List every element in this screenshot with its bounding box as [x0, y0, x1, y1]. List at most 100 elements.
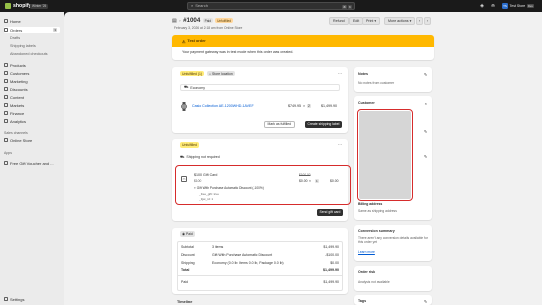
- send-gift-card-button[interactable]: Send gift card: [317, 209, 343, 216]
- sidebar-item-online-store[interactable]: Online Store: [4, 137, 60, 143]
- location-icon: ⌂: [208, 71, 212, 76]
- edit-shipping-address-icon[interactable]: ✎: [424, 154, 427, 159]
- sidebar-item-analytics[interactable]: Analytics: [4, 118, 60, 124]
- store-menu[interactable]: TS Test Store Dev: [502, 2, 535, 9]
- billing-address-body: Same as shipping address: [358, 209, 397, 213]
- order-risk-body: Analysis not available: [358, 280, 390, 284]
- store-name: Test Store: [509, 3, 526, 8]
- more-options-icon[interactable]: ⋯: [338, 71, 342, 76]
- timeline-title: Timeline: [177, 300, 193, 304]
- more-options-icon[interactable]: ⋯: [338, 142, 342, 147]
- conversion-summary-card: Conversion summary There aren't any conv…: [354, 225, 432, 261]
- orders-count-badge: 3: [53, 28, 57, 32]
- paid-check-icon: ◉: [182, 232, 185, 236]
- close-icon[interactable]: ×: [425, 101, 427, 106]
- analytics-icon: [4, 119, 8, 123]
- chevron-down-icon: ▾: [408, 19, 412, 23]
- truck-icon: ⛟: [184, 85, 189, 89]
- customer-title: Customer: [358, 101, 375, 105]
- sidebar-item-settings[interactable]: Settings: [4, 296, 60, 302]
- order-header: ▤ › #1004 Paid Unfulfilled: [172, 17, 233, 24]
- sidebar-item-products[interactable]: Products: [4, 62, 60, 68]
- sidebar-item-discounts[interactable]: Discounts: [4, 86, 60, 92]
- edit-tags-icon[interactable]: ✎: [424, 299, 427, 304]
- sidebar-item-customers[interactable]: Customers: [4, 70, 60, 76]
- sidebar-item-abandoned-checkouts[interactable]: Abandoned checkouts: [4, 51, 60, 57]
- payment-divider: [178, 275, 343, 276]
- orders-back-icon[interactable]: ▤: [172, 18, 177, 24]
- highlight-outline-gift-item: [175, 165, 351, 205]
- sidebar-item-finance[interactable]: Finance: [4, 110, 60, 116]
- print-button[interactable]: Print ▾: [362, 17, 381, 25]
- markets-icon: [4, 103, 8, 107]
- search-input[interactable]: ⌕ Search ⌘ K: [187, 2, 355, 10]
- sidebar-item-label: Finance: [10, 110, 25, 116]
- payment-row-amount: $0.00: [330, 261, 339, 265]
- learn-more-link[interactable]: Learn more: [358, 250, 375, 254]
- shipping-note: ⛟ Shipping not required: [180, 155, 220, 160]
- next-order-button[interactable]: ›: [424, 17, 431, 25]
- sidebar-item-label: Customers: [10, 70, 30, 76]
- quantity-badge: 2: [307, 103, 311, 108]
- orders-icon: [4, 28, 8, 32]
- edit-notes-icon[interactable]: ✎: [424, 72, 427, 77]
- warning-icon: ⚠: [182, 39, 186, 44]
- store-avatar: TS: [502, 2, 508, 9]
- marketing-icon: [4, 79, 8, 83]
- truck-icon: ⛟: [180, 155, 185, 159]
- sidekick-icon[interactable]: ◈: [479, 3, 485, 9]
- sidebar-item-markets[interactable]: Markets: [4, 102, 60, 108]
- sidebar-item-label: Home: [10, 18, 21, 24]
- test-order-banner-title: ⚠ Test order: [172, 35, 434, 47]
- banner-title-text: Test order: [187, 39, 206, 43]
- sidebar-item-label: Marketing: [10, 78, 28, 84]
- sidebar-item-home[interactable]: Home: [4, 18, 60, 24]
- sidebar-item-gift-app[interactable]: Free Gift Voucher and ...: [4, 160, 60, 166]
- sidebar-item-label: Drafts: [10, 36, 21, 40]
- order-risk-card: Order risk Analysis not available: [354, 266, 432, 291]
- shopify-logo[interactable]: shopify: [5, 3, 31, 9]
- app-icon: [4, 161, 8, 165]
- sidebar-item-label: Markets: [10, 102, 25, 108]
- apps-header[interactable]: Apps: [4, 151, 12, 155]
- content-icon: [4, 95, 8, 99]
- sidebar-item-content[interactable]: Content: [4, 94, 60, 100]
- sidebar-item-label: Content: [10, 94, 25, 100]
- sidebar-item-marketing[interactable]: Marketing: [4, 78, 60, 84]
- more-actions-button[interactable]: More actions ▾: [384, 17, 416, 25]
- chevron-right-icon: ›: [426, 19, 429, 23]
- mark-as-fulfilled-button[interactable]: Mark as fulfilled: [264, 121, 295, 128]
- unfulfilled-status-badge: Unfulfilled: [180, 142, 199, 148]
- payment-total-label: Total: [181, 268, 190, 272]
- watch-thumbnail[interactable]: [180, 102, 187, 111]
- previous-order-button[interactable]: ‹: [416, 17, 423, 25]
- gear-icon: [4, 297, 8, 301]
- payment-row-label: Discount: [181, 253, 195, 257]
- sidebar-item-drafts[interactable]: Drafts: [4, 35, 60, 41]
- payment-row-label: Shipping: [181, 261, 195, 265]
- payment-status-badge: Paid: [202, 18, 213, 23]
- order-date: February 3, 2026 at 2:18 am from Online …: [174, 26, 243, 30]
- sidebar-item-label: Abandoned checkouts: [10, 52, 48, 56]
- sidebar-item-label: Shipping labels: [10, 44, 36, 48]
- store-tag: Dev: [526, 3, 535, 8]
- payment-summary-card: ◉ Paid Subtotal 3 items $1,499.90 Discoun…: [172, 228, 348, 294]
- sales-channels-header[interactable]: Sales channels: [4, 131, 28, 135]
- sidebar-item-orders[interactable]: Orders 3: [4, 27, 60, 33]
- notification-bell-icon[interactable]: ⍾: [490, 3, 496, 9]
- payment-table: Subtotal 3 items $1,499.90 Discount Gift…: [177, 241, 343, 291]
- conversion-body: There aren't any conversion details avai…: [358, 236, 428, 245]
- sidebar-item-shipping-labels[interactable]: Shipping labels: [4, 43, 60, 49]
- create-shipping-label-button[interactable]: Create shipping label: [305, 121, 342, 128]
- refund-button[interactable]: Refund: [329, 17, 349, 25]
- page-title: #1004: [183, 17, 201, 24]
- product-link[interactable]: Casio Collection AE-1200WHD-1AVEF: [192, 104, 254, 108]
- online-store-icon: [4, 138, 8, 142]
- highlight-outline-customer: [357, 109, 413, 201]
- shortcut-key: ⌘: [341, 4, 347, 9]
- payment-row-amount: -$100.00: [325, 253, 339, 257]
- finance-icon: [4, 111, 8, 115]
- location-badge: ⌂ Store location: [206, 71, 235, 77]
- shopify-bag-icon: [5, 3, 11, 9]
- edit-contact-icon[interactable]: ✎: [424, 129, 427, 134]
